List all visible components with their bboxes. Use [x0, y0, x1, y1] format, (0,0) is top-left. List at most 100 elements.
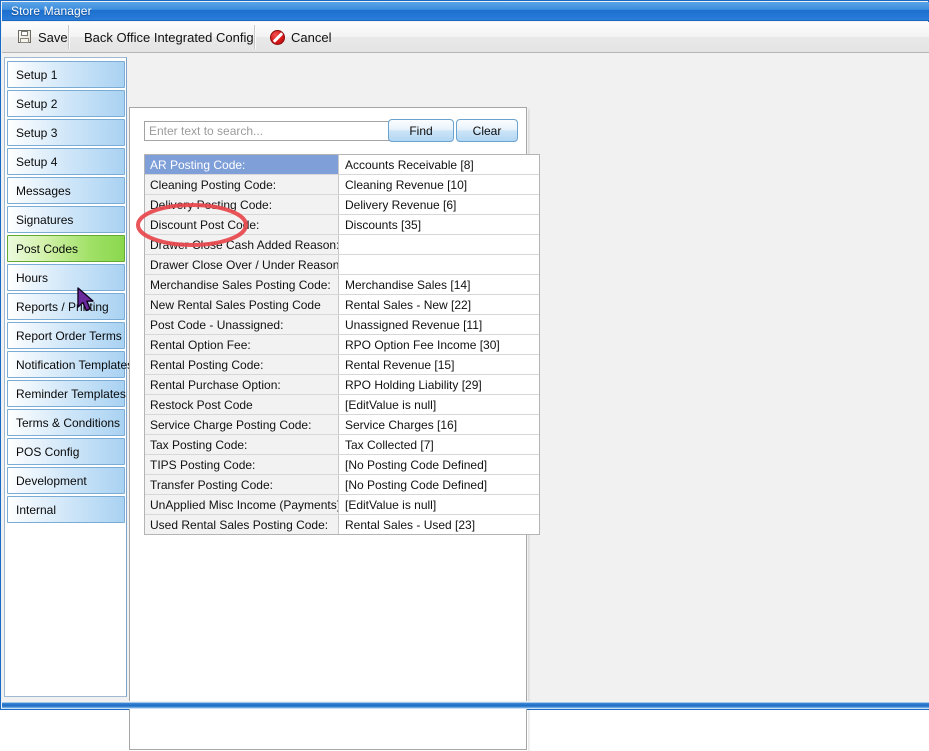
row-key: AR Posting Code:: [145, 155, 339, 174]
post-codes-panel: Find Clear AR Posting Code:Accounts Rece…: [129, 107, 540, 750]
table-row[interactable]: New Rental Sales Posting Code Rental Sale…: [145, 294, 539, 314]
sidebar-item-label: Reminder Templates: [16, 386, 126, 401]
row-key: Delivery Posting Code:: [145, 195, 339, 214]
clear-button[interactable]: Clear: [456, 119, 518, 142]
row-key: Post Code - Unassigned:: [145, 315, 339, 334]
sidebar-item-label: Internal: [16, 502, 57, 517]
sidebar-item-label: POS Config: [16, 444, 80, 459]
row-key: UnApplied Misc Income (Payments):: [145, 495, 339, 514]
sidebar-item-reports-printing[interactable]: Reports / Printing: [7, 293, 125, 320]
sidebar-item-label: Setup 4: [16, 154, 58, 169]
sidebar-item-terms-conditions[interactable]: Terms & Conditions: [7, 409, 125, 436]
search-input[interactable]: [144, 121, 390, 141]
table-row[interactable]: Rental Purchase Option: RPO Holding Liabi…: [145, 374, 539, 394]
sidebar-item-development[interactable]: Development: [7, 467, 125, 494]
floppy-disk-icon: [18, 30, 32, 44]
sidebar-item-label: Signatures: [16, 212, 74, 227]
sidebar-item-label: Notification Templates: [16, 357, 134, 372]
row-value[interactable]: Delivery Revenue [6]: [339, 195, 539, 214]
table-row[interactable]: Merchandise Sales Posting Code: Merchandi…: [145, 274, 539, 294]
sidebar-item-notification-templates[interactable]: Notification Templates: [7, 351, 133, 378]
table-row[interactable]: Rental Posting Code: Rental Revenue [15]: [145, 354, 539, 374]
sidebar-item-label: Hours: [16, 270, 49, 285]
sidebar-item-report-order-terms[interactable]: Report Order Terms: [7, 322, 125, 349]
row-value[interactable]: [EditValue is null]: [339, 495, 539, 514]
window-title: Store Manager: [11, 4, 92, 18]
row-key: Rental Posting Code:: [145, 355, 339, 374]
row-value[interactable]: [EditValue is null]: [339, 395, 539, 414]
row-value[interactable]: Service Charges [16]: [339, 415, 539, 434]
row-key: TIPS Posting Code:: [145, 455, 339, 474]
row-value[interactable]: Rental Sales - New [22]: [339, 295, 539, 314]
sidebar-item-setup-1[interactable]: Setup 1: [7, 61, 125, 88]
red-slash-icon: [270, 29, 285, 45]
row-key: Service Charge Posting Code:: [145, 415, 339, 434]
row-value[interactable]: Accounts Receivable [8]: [339, 155, 539, 174]
row-key: Merchandise Sales Posting Code:: [145, 275, 339, 294]
sidebar-item-signatures[interactable]: Signatures: [7, 206, 125, 233]
table-row[interactable]: Tax Posting Code: Tax Collected [7]: [145, 434, 539, 454]
table-row[interactable]: Post Code - Unassigned: Unassigned Revenu…: [145, 314, 539, 334]
sidebar-item-label: Messages: [16, 183, 71, 198]
store-manager-window: Store Manager Save Back Office Integrate…: [0, 0, 929, 750]
row-value[interactable]: Discounts [35]: [339, 215, 539, 234]
sidebar-item-label: Post Codes: [16, 241, 79, 256]
sidebar-item-hours[interactable]: Hours: [7, 264, 125, 291]
table-row[interactable]: Rental Option Fee: RPO Option Fee Income …: [145, 334, 539, 354]
table-row[interactable]: Drawer Close Cash Added Reason:: [145, 234, 539, 254]
row-value[interactable]: [339, 235, 539, 254]
sidebar-item-label: Setup 2: [16, 96, 58, 111]
settings-tab-strip: Setup 1 Setup 2 Setup 3 Setup 4 Messages Sign…: [4, 57, 133, 697]
row-value[interactable]: [339, 255, 539, 274]
row-key: Rental Purchase Option:: [145, 375, 339, 394]
client-area: Setup 1 Setup 2 Setup 3 Setup 4 Messages Sign…: [2, 53, 929, 750]
table-row[interactable]: UnApplied Misc Income (Payments): [EditVa…: [145, 494, 539, 514]
row-value[interactable]: Merchandise Sales [14]: [339, 275, 539, 294]
sidebar-item-setup-2[interactable]: Setup 2: [7, 90, 125, 117]
post-codes-grid: AR Posting Code: Accounts Receivable [8] C…: [144, 154, 540, 535]
row-value[interactable]: RPO Holding Liability [29]: [339, 375, 539, 394]
sidebar-item-label: Terms & Conditions: [16, 415, 121, 430]
row-key: Used Rental Sales Posting Code:: [145, 515, 339, 534]
find-button[interactable]: Find: [388, 119, 454, 142]
row-value[interactable]: [No Posting Code Defined]: [339, 475, 539, 494]
sidebar-item-internal[interactable]: Internal: [7, 496, 125, 523]
table-row[interactable]: Used Rental Sales Posting Code: Rental Sa…: [145, 514, 539, 534]
table-row[interactable]: Drawer Close Over / Under Reason:: [145, 254, 539, 274]
table-row[interactable]: Restock Post Code [EditValue is null]: [145, 394, 539, 414]
table-row[interactable]: TIPS Posting Code: [No Posting Code Defin…: [145, 454, 539, 474]
toolbar: Save Back Office Integrated Config Cance…: [2, 22, 929, 53]
back-office-integrated-config-button[interactable]: Back Office Integrated Config: [74, 22, 264, 52]
table-row[interactable]: Discount Post Code: Discounts [35]: [145, 214, 539, 234]
sidebar-item-messages[interactable]: Messages: [7, 177, 125, 204]
sidebar-item-setup-3[interactable]: Setup 3: [7, 119, 125, 146]
table-row[interactable]: Delivery Posting Code: Delivery Revenue […: [145, 194, 539, 214]
sidebar-item-label: Reports / Printing: [16, 299, 109, 314]
row-value[interactable]: Unassigned Revenue [11]: [339, 315, 539, 334]
row-value[interactable]: RPO Option Fee Income [30]: [339, 335, 539, 354]
toolbar-separator: [254, 25, 256, 49]
back-office-integrated-config-label: Back Office Integrated Config: [84, 29, 254, 45]
row-value[interactable]: Cleaning Revenue [10]: [339, 175, 539, 194]
toolbar-separator: [68, 25, 70, 49]
row-key: Discount Post Code:: [145, 215, 339, 234]
sidebar-item-post-codes[interactable]: Post Codes: [7, 235, 125, 262]
row-value[interactable]: Rental Sales - Used [23]: [339, 515, 539, 534]
sidebar-item-label: Development: [16, 473, 87, 488]
table-row[interactable]: Transfer Posting Code: [No Posting Code D…: [145, 474, 539, 494]
table-row[interactable]: Service Charge Posting Code: Service Char…: [145, 414, 539, 434]
cancel-button[interactable]: Cancel: [260, 22, 341, 52]
table-row[interactable]: Cleaning Posting Code: Cleaning Revenue […: [145, 174, 539, 194]
sidebar-item-label: Setup 3: [16, 125, 58, 140]
row-value[interactable]: Rental Revenue [15]: [339, 355, 539, 374]
sidebar-item-pos-config[interactable]: POS Config: [7, 438, 125, 465]
window-bottom-border: [2, 701, 929, 709]
row-value[interactable]: Tax Collected [7]: [339, 435, 539, 454]
cancel-button-label: Cancel: [291, 29, 332, 45]
row-value[interactable]: [No Posting Code Defined]: [339, 455, 539, 474]
table-row[interactable]: AR Posting Code: Accounts Receivable [8]: [145, 154, 539, 174]
sidebar-item-setup-4[interactable]: Setup 4: [7, 148, 125, 175]
sidebar-item-reminder-templates[interactable]: Reminder Templates: [7, 380, 126, 407]
save-button-label: Save: [38, 29, 68, 45]
row-key: Cleaning Posting Code:: [145, 175, 339, 194]
